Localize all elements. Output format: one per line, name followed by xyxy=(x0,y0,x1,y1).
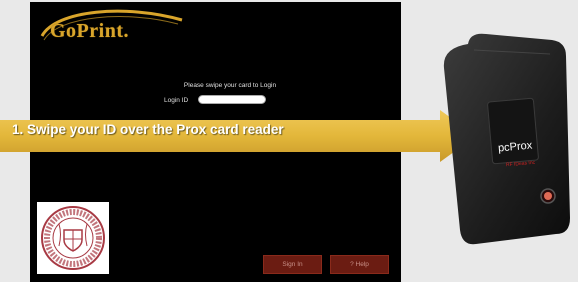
sign-in-button[interactable]: Sign In xyxy=(263,255,322,274)
prox-card-reader: pcProx RF IDeas Inc xyxy=(440,30,574,250)
help-button[interactable]: ? Help xyxy=(330,255,389,274)
login-prompt: Please swipe your card to Login xyxy=(183,82,277,89)
login-id-label: Login ID xyxy=(164,97,189,104)
logo-text: GoPrint. xyxy=(50,20,129,42)
college-seal xyxy=(37,202,109,274)
instruction-text: 1. Swipe your ID over the Prox card read… xyxy=(12,122,284,137)
goprint-logo: GoPrint. xyxy=(36,6,186,48)
login-id-input[interactable] xyxy=(198,95,266,104)
